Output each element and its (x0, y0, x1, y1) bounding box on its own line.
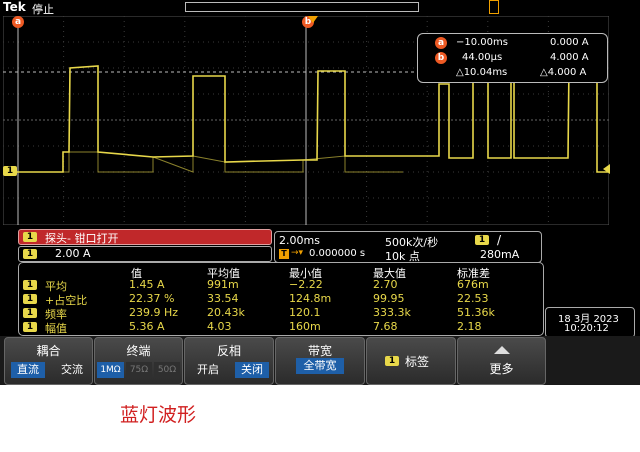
bandwidth-title: 带宽 (307, 344, 332, 358)
more-button[interactable]: 更多 (457, 337, 546, 385)
brand-logo: Tek (3, 0, 26, 14)
time: 10:20:12 (564, 323, 609, 334)
cursor-a-value: 0.000 A (550, 37, 589, 48)
meas-min: −2.22 (289, 278, 323, 291)
meas-max: 333.3k (373, 306, 411, 319)
ch1-badge: 1 (385, 356, 399, 366)
oscilloscope-screen: Tek 停止 a b 1 a −10.00ms 0.000 A b 44.00µ… (0, 0, 640, 385)
timebase: 2.00ms (279, 234, 320, 247)
meas-value: 5.36 A (129, 320, 165, 333)
record-view-bar (185, 0, 499, 14)
cursor-b-time: 44.00µs (462, 52, 503, 63)
termination-75-option: 75Ω (126, 362, 152, 378)
bandwidth-button[interactable]: 带宽 全带宽 (275, 337, 365, 385)
meas-mean: 33.54 (207, 292, 239, 305)
probe-message: 探头- 钳口打开 (45, 232, 119, 245)
meas-mean: 20.43k (207, 306, 245, 319)
cursor-readout-panel: a −10.00ms 0.000 A b 44.00µs 4.000 A △10… (417, 33, 608, 83)
meas-mean: 991m (207, 278, 239, 291)
termination-button[interactable]: 终端 1MΩ 75Ω 50Ω (94, 337, 183, 385)
meas-std: 22.53 (457, 292, 489, 305)
meas-max: 99.95 (373, 292, 405, 305)
trigger-t-icon: T (279, 249, 289, 259)
termination-50-option: 50Ω (154, 362, 180, 378)
trigger-position-marker[interactable] (308, 16, 318, 23)
coupling-dc-option[interactable]: 直流 (11, 362, 45, 378)
trigger-level: 280mA (480, 248, 520, 261)
ch1-badge: 1 (23, 249, 37, 259)
acquisition-state: 停止 (32, 3, 54, 16)
meas-mean: 4.03 (207, 320, 232, 333)
cursor-a-readout-marker: a (435, 37, 447, 49)
invert-button[interactable]: 反相 开启 关闭 (184, 337, 274, 385)
ch1-badge: 1 (23, 294, 37, 304)
termination-title: 终端 (126, 344, 151, 358)
record-window-indicator[interactable] (489, 0, 499, 14)
bandwidth-full-option[interactable]: 全带宽 (296, 358, 344, 374)
meas-std: 51.36k (457, 306, 495, 319)
invert-on-option[interactable]: 开启 (191, 362, 225, 378)
cursor-a-marker[interactable]: a (12, 16, 24, 28)
meas-min: 120.1 (289, 306, 321, 319)
label-button[interactable]: 1 标签 (366, 337, 456, 385)
meas-value: 22.37 % (129, 292, 175, 305)
ch1-badge: 1 (23, 322, 37, 332)
status-bar: Tek 停止 (0, 0, 640, 16)
coupling-button[interactable]: 耦合 直流 交流 (4, 337, 93, 385)
ch1-scale: 2.00 A (55, 247, 91, 260)
trigger-source-badge: 1 (475, 235, 489, 245)
meas-std: 676m (457, 278, 489, 291)
meas-max: 2.70 (373, 278, 398, 291)
trigger-position: 0.000000 s (309, 248, 366, 259)
probe-warning-badge[interactable]: 1 探头- 钳口打开 (18, 229, 272, 245)
ch1-badge: 1 (23, 308, 37, 318)
meas-value: 1.45 A (129, 278, 165, 291)
label-title: 标签 (405, 355, 430, 369)
ch1-badge: 1 (23, 232, 37, 242)
trigger-slope-icon: / (497, 233, 502, 247)
meas-min: 124.8m (289, 292, 332, 305)
cursor-delta-value: △4.000 A (540, 67, 587, 78)
arrow-right-icon: →▾ (291, 248, 304, 258)
bottom-menu: 耦合 直流 交流 终端 1MΩ 75Ω 50Ω 反相 开启 关闭 带宽 全带宽 … (0, 336, 640, 385)
ch1-scale-badge[interactable]: 1 2.00 A (18, 246, 272, 262)
trigger-level-arrow[interactable] (603, 164, 610, 174)
cursor-a-time: −10.00ms (456, 37, 508, 48)
meas-value: 239.9 Hz (129, 306, 179, 319)
meas-std: 2.18 (457, 320, 482, 333)
measurement-table: 值 平均值 最小值 最大值 标准差 1 平均 1.45 A 991m −2.22… (18, 262, 544, 336)
caption: 蓝灯波形 (119, 404, 196, 426)
meas-max: 7.68 (373, 320, 398, 333)
ch1-ground-marker[interactable]: 1 (3, 166, 17, 176)
meas-name: 幅值 (45, 322, 67, 335)
ch1-badge: 1 (23, 280, 37, 290)
cursor-b-readout-marker: b (435, 52, 447, 64)
datetime-display: 18 3月 2023 10:20:12 (545, 307, 635, 338)
horizontal-trigger-readout[interactable]: 2.00ms 500k次/秒 1 / T →▾ 0.000000 s 10k 点… (274, 231, 542, 263)
coupling-ac-option[interactable]: 交流 (55, 362, 89, 378)
invert-title: 反相 (216, 344, 241, 358)
termination-1m-option[interactable]: 1MΩ (97, 362, 124, 378)
coupling-title: 耦合 (36, 344, 61, 358)
cursor-delta-time: △10.04ms (456, 67, 508, 78)
meas-min: 160m (289, 320, 321, 333)
invert-off-option[interactable]: 关闭 (235, 362, 269, 378)
chevron-up-icon (494, 346, 510, 354)
more-title: 更多 (489, 362, 514, 376)
cursor-b-value: 4.000 A (550, 52, 589, 63)
